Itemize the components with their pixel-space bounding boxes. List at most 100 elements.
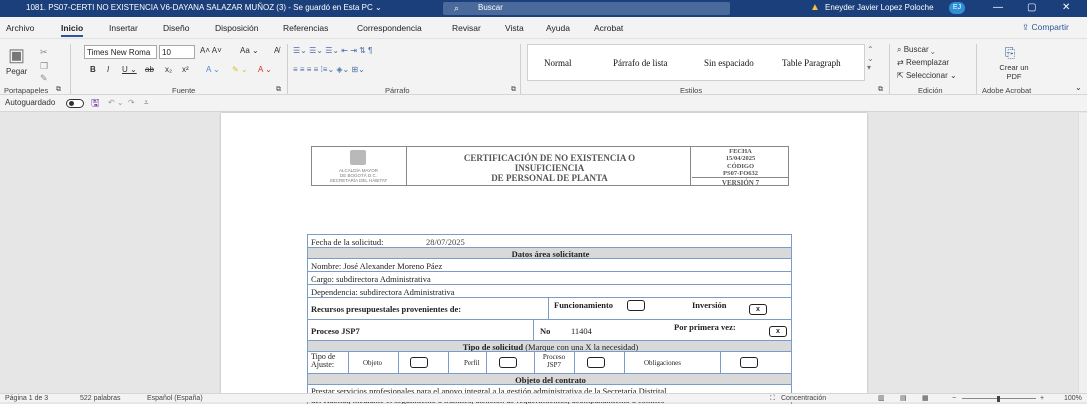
create-pdf-icon[interactable]: ⎘	[1005, 45, 1015, 61]
subscript-icon[interactable]: x₂	[165, 65, 172, 74]
paragraph-launcher-icon[interactable]: ⧉	[511, 86, 516, 94]
tab-inicio[interactable]: Inicio	[61, 23, 84, 37]
cut-icon[interactable]: ✂	[40, 47, 48, 58]
search-icon: ⌕	[454, 3, 460, 13]
cell-divider	[348, 352, 349, 373]
redo-icon[interactable]: ↷	[128, 98, 135, 107]
document-page[interactable]: ALCALDÍA MAYOR DE BOGOTÁ D.C. SECRETARÍA…	[221, 113, 867, 404]
bullets-icon[interactable]: ☰⌄ ☰⌄ ☰⌄ ⇤ ⇥ ⇅ ¶	[293, 46, 372, 55]
obligaciones-checkbox[interactable]	[740, 357, 758, 368]
replace-button[interactable]: ⇄ Reemplazar	[897, 58, 949, 67]
ribbon-tabs: Archivo Inicio Insertar Diseño Disposici…	[0, 17, 1087, 39]
tab-disposicion[interactable]: Disposición	[215, 23, 258, 33]
style-normal[interactable]: Normal	[544, 58, 572, 68]
style-table-paragraph[interactable]: Table Paragraph	[782, 58, 841, 68]
find-button[interactable]: ⌕ Buscar ⌄	[897, 45, 935, 55]
tab-diseno[interactable]: Diseño	[163, 23, 189, 33]
no-value[interactable]: 11404	[571, 326, 592, 336]
bold-icon[interactable]: B	[90, 65, 96, 74]
clear-format-icon[interactable]: A̸	[274, 46, 279, 55]
styles-scroll-icon[interactable]: ⌃ ⌄ ▾	[867, 45, 874, 72]
cell-divider	[534, 352, 535, 373]
styles-launcher-icon[interactable]: ⧉	[878, 86, 883, 94]
tab-referencias[interactable]: Referencias	[283, 23, 328, 33]
tab-vista[interactable]: Vista	[505, 23, 524, 33]
underline-icon[interactable]: U ⌄	[122, 65, 137, 74]
close-button[interactable]: ✕	[1062, 2, 1070, 13]
group-label-styles: Estilos	[680, 86, 703, 95]
font-size-select[interactable]: 10	[159, 45, 195, 59]
group-label-paragraph: Párrafo	[385, 86, 410, 95]
clipboard-launcher-icon[interactable]: ⧉	[56, 86, 61, 94]
create-pdf-button[interactable]: Crear un PDF	[997, 63, 1031, 81]
collapse-ribbon-icon[interactable]: ⌄	[1075, 83, 1082, 92]
copy-icon[interactable]: ❐	[40, 61, 48, 72]
cell-divider	[720, 352, 721, 373]
maximize-button[interactable]: ▢	[1027, 2, 1036, 13]
share-label: Compartir	[1031, 22, 1069, 32]
autosave-toggle[interactable]	[66, 99, 84, 108]
alignment-icons[interactable]: ≡ ≡ ≡ ≡ ⁞≡⌄ ◈⌄ ⊞⌄	[293, 65, 365, 74]
search-box[interactable]: ⌕ Buscar	[443, 2, 730, 15]
font-launcher-icon[interactable]: ⧉	[276, 86, 281, 94]
logo-text: SECRETARÍA DEL HÁBITAT	[329, 178, 388, 183]
zoom-slider-thumb[interactable]	[997, 396, 1000, 402]
tab-archivo[interactable]: Archivo	[6, 23, 34, 33]
quick-access-bar: Autoguardado 🖫 ↶ ⌄ ↷ ⩡	[0, 95, 1087, 112]
fecha-solicitud-label: Fecha de la solicitud:	[311, 237, 384, 247]
tab-insertar[interactable]: Insertar	[109, 23, 138, 33]
superscript-icon[interactable]: x²	[182, 65, 189, 74]
tab-correspondencia[interactable]: Correspondencia	[357, 23, 422, 33]
separator	[976, 44, 977, 94]
title-bar: 1081. PS07-CERTI NO EXISTENCIA V6-DAYANA…	[0, 0, 1087, 17]
paste-button[interactable]: Pegar	[6, 67, 27, 76]
codigo-label: CÓDIGO	[726, 163, 755, 170]
nombre-field[interactable]: Nombre: José Alexander Moreno Páez	[311, 261, 442, 271]
share-button[interactable]: ⇪ Compartir	[1022, 22, 1069, 33]
undo-icon[interactable]: ↶ ⌄	[108, 98, 124, 107]
section-objeto-contrato: Objeto del contrato	[307, 373, 792, 385]
funcionamiento-checkbox[interactable]	[627, 300, 645, 311]
strikethrough-icon[interactable]: ab	[145, 65, 154, 74]
customize-icon[interactable]: ⩡	[144, 98, 149, 108]
cell-divider	[533, 320, 534, 340]
doc-title-line: INSUFICIENCIA	[514, 163, 585, 173]
change-case-icon[interactable]: Aa ⌄	[240, 46, 259, 55]
avatar[interactable]: EJ	[949, 2, 965, 14]
warning-icon[interactable]: ▲	[810, 2, 820, 13]
document-title[interactable]: 1081. PS07-CERTI NO EXISTENCIA V6-DAYANA…	[26, 3, 382, 12]
perfil-checkbox[interactable]	[499, 357, 517, 368]
dependencia-field[interactable]: Dependencia: subdirectora Administrativa	[311, 287, 455, 297]
format-painter-icon[interactable]: ✎	[40, 73, 48, 84]
cell-divider	[398, 352, 399, 373]
proceso-jsp7-label: Proceso JSP7	[311, 326, 360, 336]
objeto-checkbox[interactable]	[410, 357, 428, 368]
style-no-spacing[interactable]: Sin espaciado	[704, 58, 754, 68]
minimize-button[interactable]: —	[993, 2, 1003, 13]
select-button[interactable]: ⇱ Seleccionar ⌄	[897, 71, 957, 80]
grow-font-icon[interactable]: A˄ A˅	[200, 46, 222, 55]
highlight-icon[interactable]: ✎ ⌄	[232, 65, 248, 74]
proceso-jsp7-checkbox[interactable]	[587, 357, 605, 368]
italic-icon[interactable]: I	[107, 65, 109, 74]
cargo-field[interactable]: Cargo: subdirectora Administrativa	[311, 274, 431, 284]
text-effects-icon[interactable]: A ⌄	[206, 65, 220, 74]
style-list-paragraph[interactable]: Párrafo de lista	[613, 58, 667, 68]
vertical-scrollbar[interactable]	[1078, 113, 1087, 393]
form-row-tipo-ajuste: Tipo de Ajuste: Objeto Perfil Proceso JS…	[307, 351, 792, 373]
font-color-icon[interactable]: A ⌄	[258, 65, 272, 74]
font-name-select[interactable]: Times New Roma	[84, 45, 157, 59]
group-label-font: Fuente	[172, 86, 196, 95]
tab-acrobat[interactable]: Acrobat	[594, 23, 623, 33]
inversion-checkbox[interactable]: x	[749, 304, 767, 315]
save-icon[interactable]: 🖫	[91, 96, 100, 113]
tab-ayuda[interactable]: Ayuda	[546, 23, 570, 33]
doc-meta-block: FECHA 15/04/2025 CÓDIGO PS07-FO632 VERSI…	[692, 147, 789, 187]
recursos-label: Recursos presupuestales provenientes de:	[311, 304, 462, 314]
no-label: No	[540, 326, 551, 336]
tab-revisar[interactable]: Revisar	[452, 23, 481, 33]
fecha-solicitud-value[interactable]: 28/07/2025	[426, 237, 465, 247]
primera-vez-checkbox[interactable]: x	[769, 326, 787, 337]
user-name[interactable]: Eneyder Javier Lopez Poloche	[825, 3, 934, 12]
paste-icon[interactable]: ▣	[8, 45, 25, 66]
